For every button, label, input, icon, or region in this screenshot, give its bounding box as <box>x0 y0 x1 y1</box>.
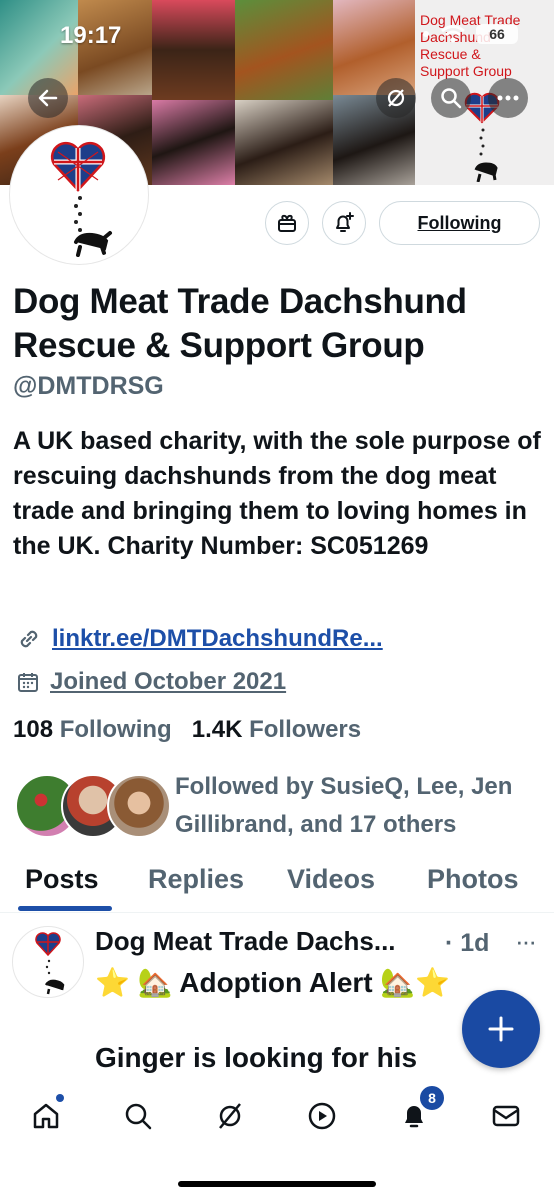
compose-post-button[interactable] <box>462 990 540 1068</box>
status-icons: 66 <box>422 24 518 44</box>
notify-button[interactable] <box>322 201 366 245</box>
camera-indicator-icon <box>423 31 429 37</box>
tab-posts[interactable]: Posts <box>25 864 99 895</box>
wifi-icon <box>441 25 465 43</box>
banner-photo <box>235 100 333 185</box>
profile-name: Dog Meat Trade Dachshund Rescue & Suppor… <box>13 282 467 365</box>
more-button[interactable] <box>488 78 528 118</box>
tab-replies[interactable]: Replies <box>148 864 244 895</box>
status-time: 19:17 <box>60 22 122 49</box>
grok-icon <box>387 89 405 107</box>
video-icon <box>308 1102 336 1130</box>
active-tab-indicator <box>18 906 112 911</box>
banner-title: Dog Meat Trade Dachshund Rescue & Suppor… <box>420 12 521 79</box>
subscribe-gift-button[interactable] <box>265 201 309 245</box>
tab-videos[interactable]: Videos <box>287 864 375 895</box>
mail-icon <box>492 1105 520 1127</box>
tab-photos[interactable]: Photos <box>427 864 519 895</box>
banner-photo <box>152 0 235 100</box>
home-unread-dot <box>56 1094 64 1102</box>
followed-by-text[interactable]: Followed by SusieQ, Lee, Jen Gillibrand,… <box>175 768 545 844</box>
bell-plus-icon <box>336 212 354 232</box>
profile-link-row[interactable]: linktr.ee/DMTDachshundRe... <box>16 625 383 653</box>
post-author-avatar[interactable] <box>12 926 84 998</box>
back-arrow-icon <box>38 89 58 107</box>
plus-icon <box>488 1016 514 1042</box>
search-icon <box>441 88 462 109</box>
grok-button[interactable] <box>376 78 416 118</box>
notifications-badge: 8 <box>418 1084 446 1112</box>
following-button[interactable]: Following <box>379 201 540 245</box>
search-button[interactable] <box>431 78 471 118</box>
battery-icon: 66 <box>476 24 518 44</box>
followers-count-link[interactable]: 1.4K Followers <box>192 716 361 743</box>
nav-video[interactable] <box>302 1096 342 1136</box>
gift-icon <box>278 214 296 232</box>
profile-bio: A UK based charity, with the sole purpos… <box>13 427 541 560</box>
dmtdrsg-logo <box>50 141 112 257</box>
post-text-line: ⭐ 🏡 Adoption Alert 🏡⭐ <box>95 967 451 998</box>
home-icon <box>33 1103 59 1129</box>
more-icon <box>497 95 519 101</box>
follow-counts: 108 Following 1.4K Followers <box>13 716 361 744</box>
nav-home[interactable] <box>26 1094 66 1136</box>
post-more-button[interactable]: ··· <box>515 926 537 957</box>
profile-avatar[interactable] <box>10 126 148 264</box>
joined-date: Joined October 2021 <box>50 668 287 695</box>
dmtdrsg-logo <box>35 932 65 995</box>
avatar <box>107 774 171 838</box>
grok-icon <box>219 1103 241 1129</box>
banner-photo <box>235 0 333 100</box>
link-icon <box>20 630 38 648</box>
post-text-line: Ginger is looking for his <box>95 1042 418 1073</box>
post-timestamp[interactable]: · 1d <box>445 929 489 958</box>
home-indicator[interactable] <box>178 1181 376 1187</box>
nav-grok[interactable] <box>210 1096 250 1136</box>
post-author-name[interactable]: Dog Meat Trade Dachs... <box>95 926 396 957</box>
calendar-icon <box>18 673 38 692</box>
following-count-link[interactable]: 108 Following <box>13 716 172 743</box>
nav-search[interactable] <box>118 1096 158 1136</box>
nav-messages[interactable] <box>486 1096 526 1136</box>
back-button[interactable] <box>28 78 68 118</box>
search-icon <box>125 1103 152 1130</box>
profile-link[interactable]: linktr.ee/DMTDachshundRe... <box>52 625 383 653</box>
nav-notifications[interactable]: 8 <box>394 1084 446 1136</box>
profile-handle: @DMTDRSG <box>13 372 164 400</box>
banner-photo <box>152 100 235 185</box>
followed-by-avatars[interactable] <box>15 774 171 838</box>
joined-row: Joined October 2021 <box>16 668 286 696</box>
